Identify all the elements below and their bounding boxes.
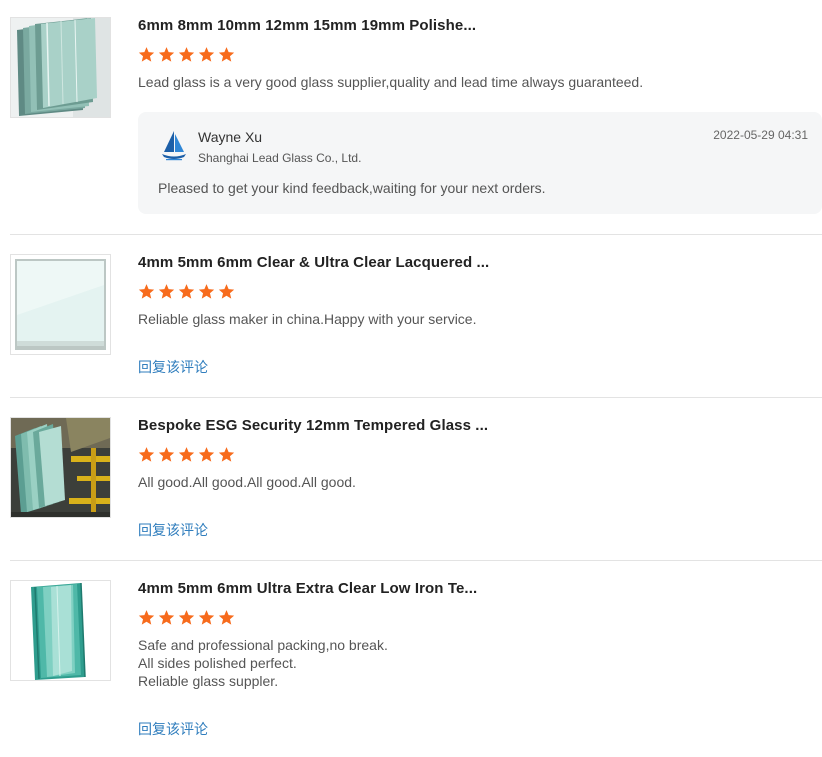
product-thumbnail[interactable] [10,17,111,118]
star-icon [158,610,175,625]
reply-to-review-link[interactable]: 回复该评论 [138,357,208,377]
lacquered-glass-panel-icon [11,255,110,354]
review-comment: All good.All good.All good.All good. [138,473,356,491]
reply-company: Shanghai Lead Glass Co., Ltd. [198,151,362,165]
star-icon [178,610,195,625]
star-icon [218,284,235,299]
rating-stars [138,283,235,300]
comment-line: All sides polished perfect. [138,655,297,671]
star-icon [218,447,235,462]
star-icon [158,47,175,62]
product-thumbnail[interactable] [10,580,111,681]
glass-sheets-stack-icon [11,18,110,117]
star-icon [198,284,215,299]
low-iron-glass-edge-icon [11,581,110,680]
product-title[interactable]: 4mm 5mm 6mm Ultra Extra Clear Low Iron T… [138,580,477,597]
review-comment: Lead glass is a very good glass supplier… [138,73,643,91]
review-comment: Reliable glass maker in china.Happy with… [138,310,476,328]
review-item: 4mm 5mm 6mm Ultra Extra Clear Low Iron T… [10,561,822,757]
star-icon [218,610,235,625]
rating-stars [138,46,235,63]
star-icon [178,284,195,299]
product-thumbnail[interactable] [10,254,111,355]
sailboat-logo-icon [162,131,186,161]
reply-timestamp: 2022-05-29 04:31 [713,128,808,142]
comment-line: Safe and professional packing,no break. [138,637,388,653]
comment-line: All good.All good.All good.All good. [138,474,356,490]
star-icon [138,284,155,299]
review-item: 6mm 8mm 10mm 12mm 15mm 19mm Polishe... L… [10,0,822,235]
star-icon [138,47,155,62]
review-item: Bespoke ESG Security 12mm Tempered Glass… [10,398,822,561]
tempered-glass-rack-icon [11,418,110,517]
star-icon [198,47,215,62]
comment-line: Reliable glass maker in china.Happy with… [138,311,477,327]
star-icon [198,610,215,625]
comment-line: Reliable glass suppler. [138,673,279,689]
star-icon [158,447,175,462]
product-thumbnail[interactable] [10,417,111,518]
reply-to-review-link[interactable]: 回复该评论 [138,520,208,540]
rating-stars [138,609,235,626]
star-icon [138,447,155,462]
product-title[interactable]: 4mm 5mm 6mm Clear & Ultra Clear Lacquere… [138,254,489,271]
product-title[interactable]: Bespoke ESG Security 12mm Tempered Glass… [138,417,488,434]
review-comment: Safe and professional packing,no break. … [138,636,388,690]
star-icon [138,610,155,625]
star-icon [198,447,215,462]
reply-to-review-link[interactable]: 回复该评论 [138,719,208,739]
star-icon [218,47,235,62]
rating-stars [138,446,235,463]
star-icon [158,284,175,299]
star-icon [178,47,195,62]
review-item: 4mm 5mm 6mm Clear & Ultra Clear Lacquere… [10,235,822,398]
reply-text: Pleased to get your kind feedback,waitin… [158,180,546,196]
reply-author-name: Wayne Xu [198,129,263,145]
product-title[interactable]: 6mm 8mm 10mm 12mm 15mm 19mm Polishe... [138,17,476,34]
seller-reply: Wayne Xu Shanghai Lead Glass Co., Ltd. 2… [138,112,822,214]
star-icon [178,447,195,462]
comment-line: Lead glass is a very good glass supplier… [138,74,644,90]
